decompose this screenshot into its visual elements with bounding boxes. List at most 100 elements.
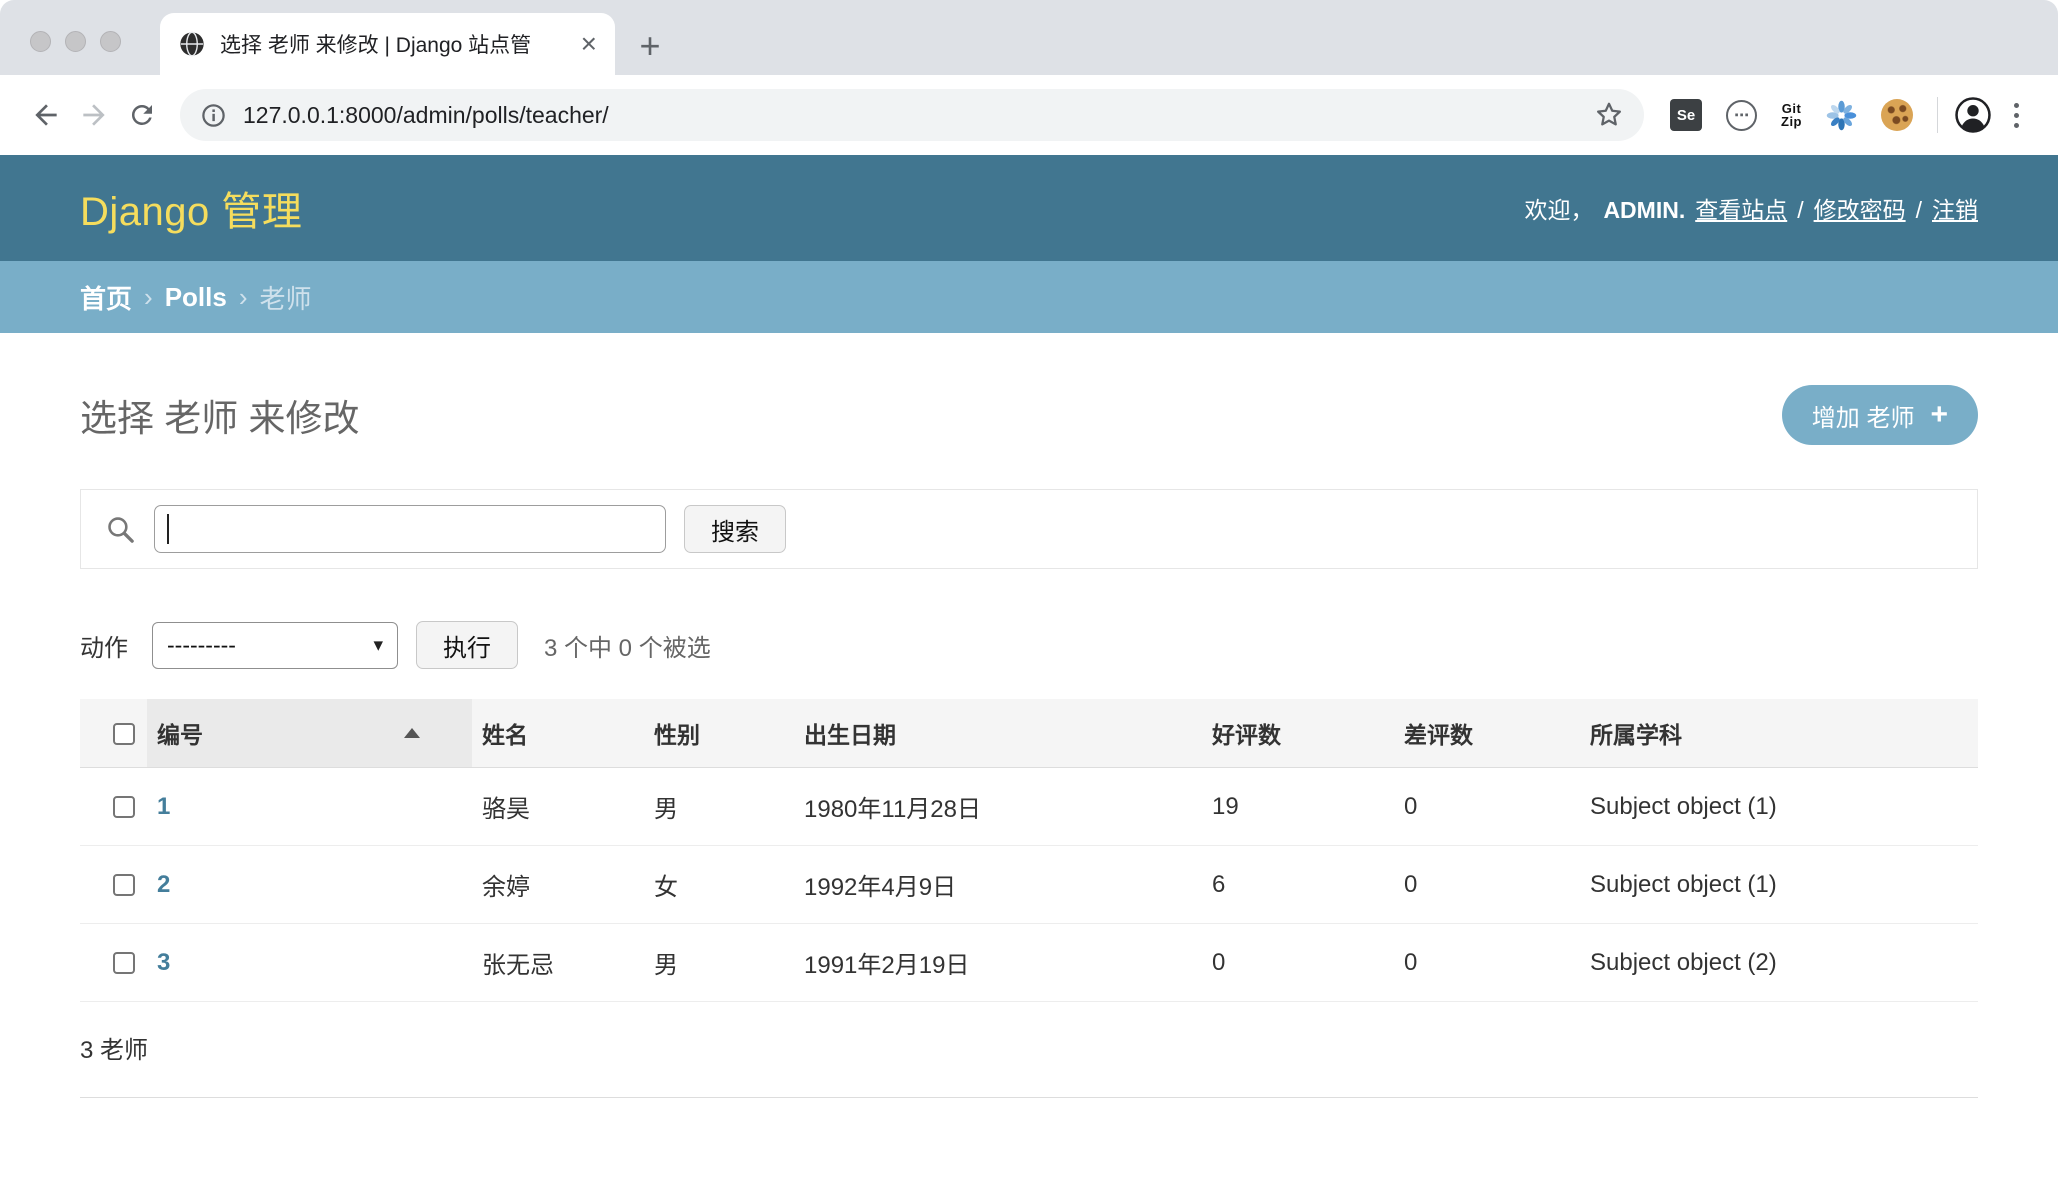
table-header-subject[interactable]: 所属学科 bbox=[1580, 699, 1978, 768]
forward-button[interactable] bbox=[70, 91, 118, 139]
new-tab-button[interactable]: + bbox=[627, 23, 673, 69]
reload-button[interactable] bbox=[118, 91, 166, 139]
cell-gender: 男 bbox=[644, 924, 794, 1002]
plus-icon: + bbox=[1930, 400, 1948, 430]
breadcrumb-separator: › bbox=[144, 282, 153, 313]
back-button[interactable] bbox=[22, 91, 70, 139]
search-panel: 搜索 bbox=[80, 489, 1978, 569]
tab-close-icon[interactable]: × bbox=[581, 30, 597, 58]
user-tools: 欢迎， ADMIN. 查看站点 / 修改密码 / 注销 bbox=[1524, 191, 1978, 225]
table-header-name[interactable]: 姓名 bbox=[472, 699, 644, 768]
teacher-id-link[interactable]: 2 bbox=[157, 871, 170, 898]
action-select[interactable]: --------- ▾ bbox=[152, 622, 398, 669]
sort-ascending-icon[interactable] bbox=[404, 728, 420, 738]
table-row: 1 骆昊 男 1980年11月28日 19 0 Subject object (… bbox=[80, 768, 1978, 846]
bookmark-star-icon[interactable] bbox=[1594, 100, 1624, 130]
tab-title: 选择 老师 来修改 | Django 站点管 bbox=[220, 29, 567, 59]
add-teacher-button[interactable]: 增加 老师 + bbox=[1782, 385, 1978, 445]
gitzip-extension-icon[interactable]: Git Zip bbox=[1781, 102, 1802, 128]
table-header-gender[interactable]: 性别 bbox=[644, 699, 794, 768]
search-submit-button[interactable]: 搜索 bbox=[684, 505, 786, 553]
traffic-light-minimize-button[interactable] bbox=[65, 31, 86, 52]
breadcrumb-app-link[interactable]: Polls bbox=[165, 282, 227, 313]
cell-bad-count: 0 bbox=[1394, 768, 1580, 846]
site-info-icon[interactable] bbox=[200, 102, 227, 129]
text-caret bbox=[167, 514, 169, 544]
row-checkbox[interactable] bbox=[113, 796, 135, 818]
selection-note: 3 个中 0 个被选 bbox=[544, 628, 711, 663]
table-header-select-all bbox=[80, 699, 147, 768]
header-id-label: 编号 bbox=[157, 722, 203, 748]
view-site-link[interactable]: 查看站点 bbox=[1695, 191, 1787, 225]
chevron-down-icon: ▾ bbox=[373, 634, 383, 657]
table-header-bad-count[interactable]: 差评数 bbox=[1394, 699, 1580, 768]
teacher-id-link[interactable]: 1 bbox=[157, 793, 170, 820]
cell-subject: Subject object (1) bbox=[1580, 768, 1978, 846]
changelist-content: 选择 老师 来修改 增加 老师 + 搜索 动作 --------- ▾ 执行 3… bbox=[0, 385, 2058, 1098]
search-icon bbox=[105, 514, 136, 545]
tab-strip: 选择 老师 来修改 | Django 站点管 × + bbox=[0, 0, 2058, 75]
table-header-id[interactable]: 编号 bbox=[147, 699, 472, 768]
breadcrumb-home-link[interactable]: 首页 bbox=[80, 279, 132, 316]
cell-name: 张无忌 bbox=[472, 924, 644, 1002]
cell-name: 余婷 bbox=[472, 846, 644, 924]
breadcrumb-separator: › bbox=[239, 282, 248, 313]
tab-favicon-globe-icon bbox=[178, 30, 206, 58]
traffic-light-zoom-button[interactable] bbox=[100, 31, 121, 52]
traffic-light-close-button[interactable] bbox=[30, 31, 51, 52]
browser-tab-active[interactable]: 选择 老师 来修改 | Django 站点管 × bbox=[160, 13, 615, 75]
extensions-area: Se ⋯ Git Zip bbox=[1670, 99, 1913, 131]
table-header-birthdate[interactable]: 出生日期 bbox=[794, 699, 1202, 768]
table-header-good-count[interactable]: 好评数 bbox=[1202, 699, 1394, 768]
cookie-extension-icon[interactable] bbox=[1881, 99, 1913, 131]
cell-subject: Subject object (1) bbox=[1580, 846, 1978, 924]
browser-menu-kebab-icon[interactable] bbox=[1996, 97, 2036, 134]
results-count: 3 老师 bbox=[80, 1002, 1978, 1098]
user-tools-separator: / bbox=[1797, 197, 1803, 224]
actions-row: 动作 --------- ▾ 执行 3 个中 0 个被选 bbox=[80, 621, 1978, 669]
gitzip-line2: Zip bbox=[1781, 114, 1802, 129]
row-checkbox[interactable] bbox=[113, 874, 135, 896]
window-controls bbox=[30, 31, 121, 52]
circle-extension-icon[interactable]: ⋯ bbox=[1726, 100, 1757, 131]
cell-birthdate: 1992年4月9日 bbox=[794, 846, 1202, 924]
cell-good-count: 0 bbox=[1202, 924, 1394, 1002]
action-go-button[interactable]: 执行 bbox=[416, 621, 518, 669]
profile-avatar-icon[interactable] bbox=[1950, 92, 1996, 138]
select-all-checkbox[interactable] bbox=[113, 723, 135, 745]
action-selected-option: --------- bbox=[167, 632, 236, 659]
selenium-extension-icon[interactable]: Se bbox=[1670, 99, 1702, 131]
search-input[interactable] bbox=[154, 505, 666, 553]
browser-toolbar: 127.0.0.1:8000/admin/polls/teacher/ Se ⋯… bbox=[0, 75, 2058, 155]
change-password-link[interactable]: 修改密码 bbox=[1814, 191, 1906, 225]
cell-gender: 男 bbox=[644, 768, 794, 846]
teacher-id-link[interactable]: 3 bbox=[157, 949, 170, 976]
url-text[interactable]: 127.0.0.1:8000/admin/polls/teacher/ bbox=[243, 102, 1578, 129]
cell-good-count: 6 bbox=[1202, 846, 1394, 924]
cell-bad-count: 0 bbox=[1394, 924, 1580, 1002]
address-bar[interactable]: 127.0.0.1:8000/admin/polls/teacher/ bbox=[180, 89, 1644, 141]
breadcrumb-current: 老师 bbox=[260, 279, 312, 316]
cell-bad-count: 0 bbox=[1394, 846, 1580, 924]
admin-header: Django 管理 欢迎， ADMIN. 查看站点 / 修改密码 / 注销 bbox=[0, 155, 2058, 261]
table-row: 2 余婷 女 1992年4月9日 6 0 Subject object (1) bbox=[80, 846, 1978, 924]
table-row: 3 张无忌 男 1991年2月19日 0 0 Subject object (2… bbox=[80, 924, 1978, 1002]
pinwheel-extension-icon[interactable] bbox=[1826, 100, 1857, 131]
breadcrumb: 首页 › Polls › 老师 bbox=[0, 261, 2058, 333]
welcome-text: 欢迎， bbox=[1524, 191, 1593, 225]
cell-name: 骆昊 bbox=[472, 768, 644, 846]
add-teacher-label: 增加 老师 bbox=[1812, 398, 1915, 433]
logout-link[interactable]: 注销 bbox=[1932, 191, 1978, 225]
site-brand-link[interactable]: Django 管理 bbox=[80, 179, 302, 237]
row-checkbox[interactable] bbox=[113, 952, 135, 974]
toolbar-divider bbox=[1937, 97, 1938, 133]
cell-subject: Subject object (2) bbox=[1580, 924, 1978, 1002]
cell-birthdate: 1991年2月19日 bbox=[794, 924, 1202, 1002]
user-tools-separator: / bbox=[1916, 197, 1922, 224]
cell-good-count: 19 bbox=[1202, 768, 1394, 846]
cell-gender: 女 bbox=[644, 846, 794, 924]
page-title: 选择 老师 来修改 bbox=[80, 388, 360, 442]
cell-birthdate: 1980年11月28日 bbox=[794, 768, 1202, 846]
table-header-row: 编号 姓名 性别 出生日期 好评数 差评数 所属学科 bbox=[80, 699, 1978, 768]
action-label: 动作 bbox=[80, 628, 128, 663]
